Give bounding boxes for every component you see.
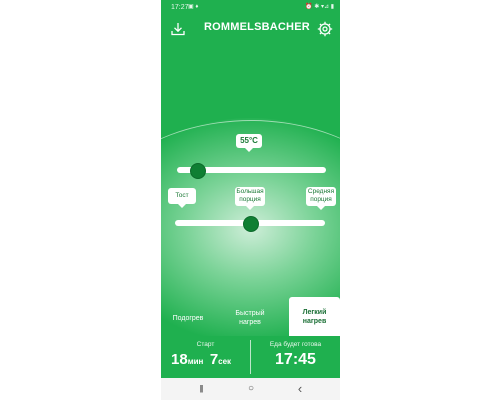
brand-logo: ROMMELSBACHER [204, 21, 310, 33]
tab-legkiy-nagrev[interactable]: Легкий нагрев [289, 297, 340, 336]
home-icon[interactable]: ○ [243, 382, 259, 396]
notification-icons: ▣ ♦ [188, 4, 199, 10]
status-time: 17:27 [171, 4, 189, 11]
system-status-icons: ⏰ ✱ ▾⊿ ▮ [305, 4, 334, 10]
start-minutes-unit: мин [187, 357, 204, 366]
start-minutes: 18 [171, 351, 188, 368]
tab-bystry-nagrev[interactable]: Быстрый нагрев [224, 300, 276, 336]
tab-podogrev[interactable]: Подогрев [161, 300, 215, 336]
start-seconds-unit: сек [218, 357, 232, 366]
mode-tabs: Подогрев Быстрый нагрев Легкий нагрев [161, 297, 340, 336]
timer-panel: Старт 18мин 7сек Еда будет готова 17:45 [161, 336, 340, 378]
download-icon[interactable] [169, 20, 187, 38]
start-seconds: 7 [209, 351, 219, 368]
status-bar: 17:27 ▣ ♦ ⏰ ✱ ▾⊿ ▮ [161, 0, 340, 14]
recents-icon[interactable]: ||| [193, 382, 209, 396]
system-nav-bar: ||| ○ ‹ [161, 378, 340, 400]
portion-label-toast: Тост [168, 188, 196, 208]
temperature-slider-thumb[interactable] [190, 163, 206, 179]
app-screen: 17:27 ▣ ♦ ⏰ ✱ ▾⊿ ▮ ROMMELSBACHER 55°C То… [161, 0, 340, 400]
temperature-value-bubble: 55°C [236, 134, 262, 152]
back-icon[interactable]: ‹ [292, 382, 308, 396]
start-label: Старт [196, 341, 215, 348]
start-countdown: 18мин 7сек [171, 351, 231, 369]
portion-slider-thumb[interactable] [243, 216, 259, 232]
gear-icon[interactable] [316, 20, 334, 38]
ready-label: Еда будет готова [269, 341, 322, 348]
ready-time: 17:45 [275, 351, 316, 368]
portion-label-medium: Средняя порция [306, 187, 336, 210]
portion-label-large: Большая порция [235, 187, 265, 210]
